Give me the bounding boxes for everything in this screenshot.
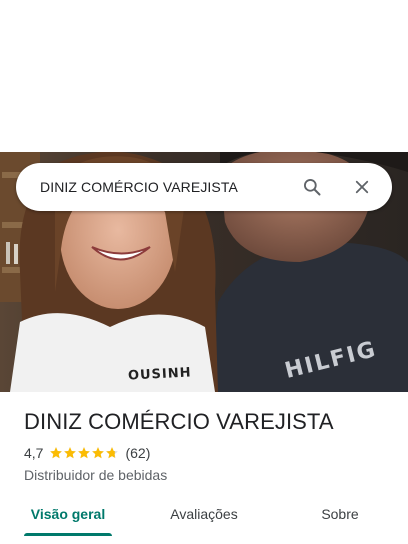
rating-row[interactable]: 4,7 (62) bbox=[24, 444, 384, 462]
place-category[interactable]: Distribuidor de bebidas bbox=[24, 466, 384, 484]
map-area-blank bbox=[0, 0, 408, 152]
active-tab-indicator bbox=[24, 533, 112, 536]
close-icon bbox=[355, 180, 369, 194]
star-icon bbox=[92, 447, 105, 459]
place-title: DINIZ COMÉRCIO VAREJISTA bbox=[24, 409, 334, 434]
star-icon bbox=[106, 447, 119, 459]
search-icon bbox=[304, 179, 321, 196]
tab-reviews[interactable]: Avaliações bbox=[136, 490, 272, 536]
rating-stars bbox=[49, 446, 119, 460]
search-button[interactable] bbox=[292, 167, 332, 207]
tab-overview-label: Visão geral bbox=[30, 506, 106, 522]
clear-search-button[interactable] bbox=[342, 167, 382, 207]
place-tabs: Visão geral Avaliações Sobre bbox=[0, 490, 408, 536]
search-input[interactable]: DINIZ COMÉRCIO VAREJISTA bbox=[16, 179, 292, 195]
rating-value: 4,7 bbox=[24, 445, 44, 461]
star-icon bbox=[50, 447, 63, 459]
place-info: DINIZ COMÉRCIO VAREJISTA 4,7 (62) Distri… bbox=[24, 408, 384, 484]
star-icon bbox=[64, 447, 77, 459]
tab-overview[interactable]: Visão geral bbox=[0, 490, 136, 536]
tab-reviews-label: Avaliações bbox=[170, 506, 238, 522]
search-bar[interactable]: DINIZ COMÉRCIO VAREJISTA bbox=[16, 163, 392, 211]
star-icon bbox=[78, 447, 91, 459]
review-count[interactable]: (62) bbox=[125, 445, 150, 461]
tab-about[interactable]: Sobre bbox=[272, 490, 408, 536]
tab-about-label: Sobre bbox=[321, 506, 359, 522]
